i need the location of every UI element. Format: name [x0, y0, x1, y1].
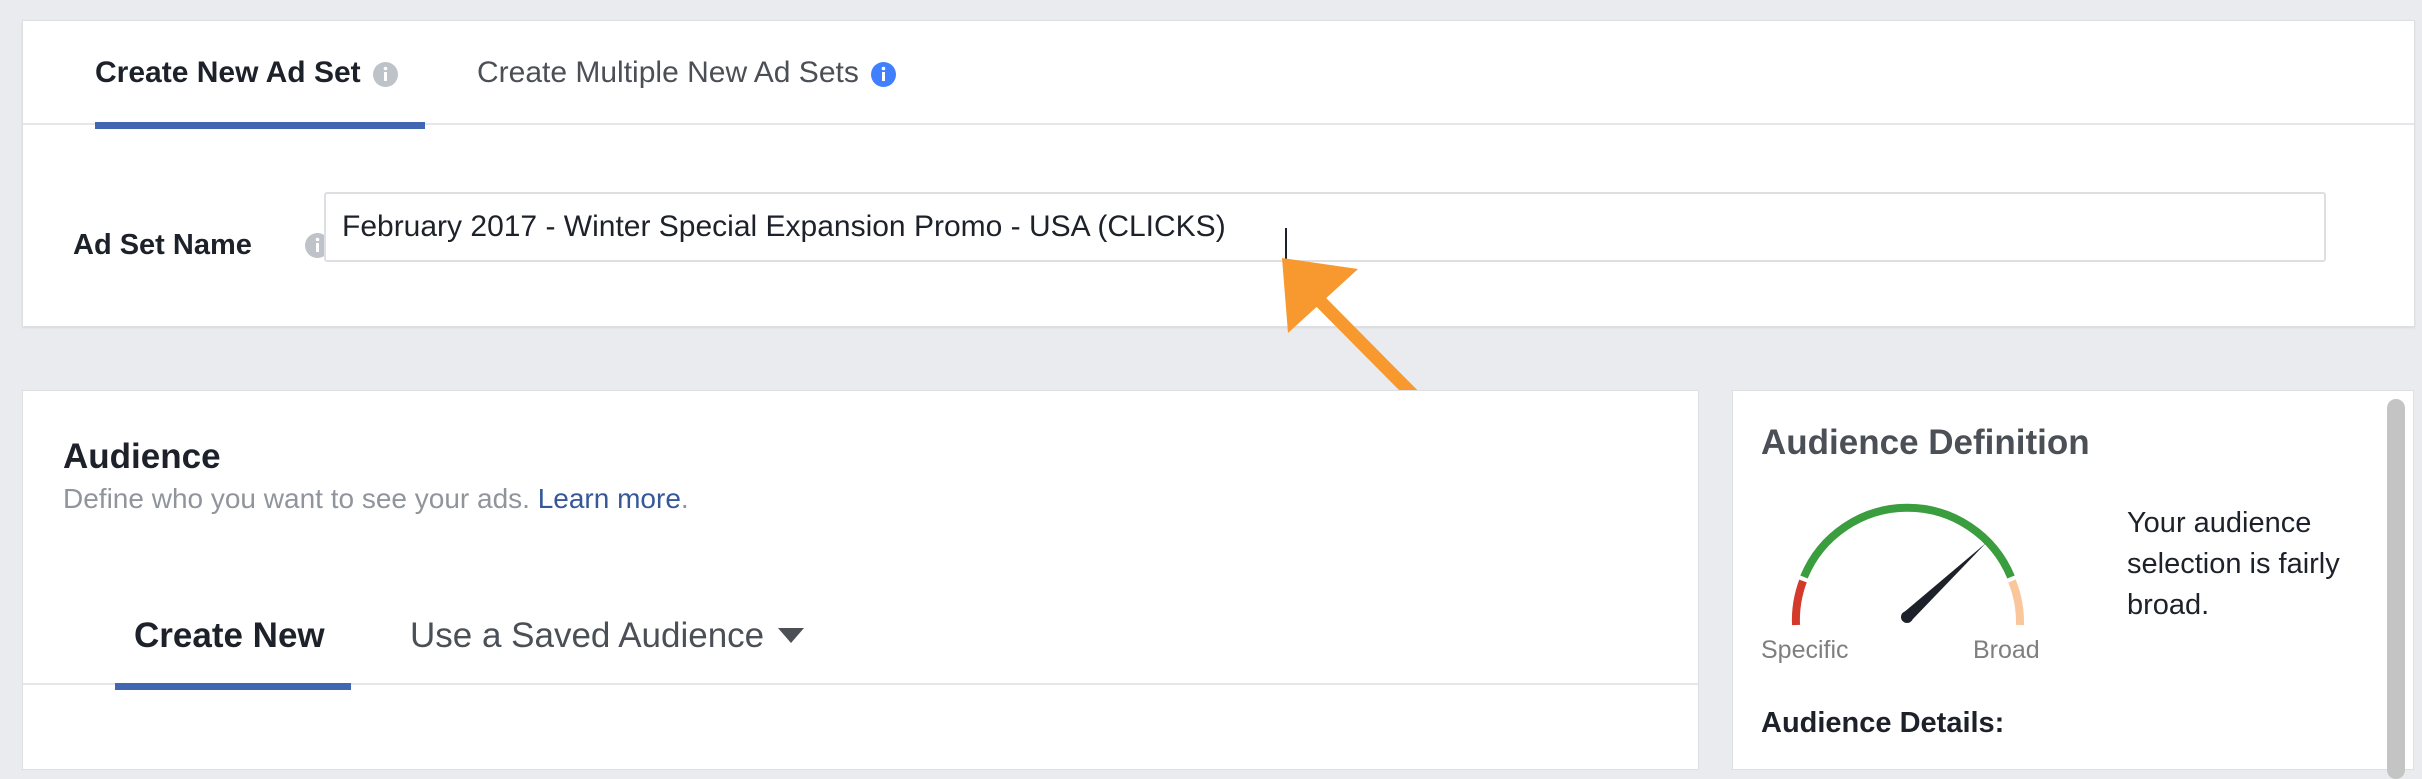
arrow-icon: [1282, 258, 1425, 407]
audience-details-heading: Audience Details:: [1761, 707, 2005, 739]
audience-size-gauge: [1791, 503, 2025, 626]
panel-scrollbar[interactable]: [2387, 399, 2405, 779]
gauge-label-broad: Broad: [1973, 636, 2040, 664]
tab-create-new-ad-set[interactable]: Create New Ad Set: [95, 21, 398, 125]
tab-create-multiple-ad-sets[interactable]: Create Multiple New Ad Sets: [477, 21, 896, 125]
tab-use-saved-audience[interactable]: Use a Saved Audience: [410, 616, 805, 656]
audience-breadth-message: Your audience selection is fairly broad.: [2127, 507, 2340, 621]
tab-label: Create Multiple New Ad Sets: [477, 56, 859, 89]
info-icon[interactable]: [372, 61, 398, 87]
info-icon[interactable]: [870, 61, 896, 87]
punctuation: .: [680, 483, 689, 514]
ad-set-name-input[interactable]: [324, 192, 2326, 262]
audience-card: Audience Define who you want to see your…: [22, 390, 1699, 770]
audience-description: Define who you want to see your ads. Lea…: [63, 483, 689, 515]
gauge-label-specific: Specific: [1761, 636, 1849, 664]
audience-description-text: Define who you want to see your ads.: [63, 483, 530, 514]
active-tab-indicator: [95, 122, 425, 129]
ad-set-card: Create New Ad Set Create Multiple New Ad…: [22, 20, 2415, 327]
learn-more-link[interactable]: Learn more: [538, 483, 681, 514]
ad-set-tabs: Create New Ad Set Create Multiple New Ad…: [23, 21, 2414, 125]
ad-set-name-label: Ad Set Name: [73, 229, 252, 261]
tab-label: Create New Ad Set: [95, 56, 361, 89]
audience-heading: Audience: [63, 437, 221, 476]
tab-create-new[interactable]: Create New: [134, 616, 325, 656]
caret-down-icon: [778, 628, 805, 643]
tab-label: Use a Saved Audience: [410, 616, 765, 655]
audience-definition-panel: Audience Definition Specific Broad Your …: [1732, 390, 2414, 779]
needle-icon: [1901, 543, 1986, 623]
audience-definition-heading: Audience Definition: [1761, 423, 2090, 462]
active-tab-indicator: [115, 683, 351, 690]
